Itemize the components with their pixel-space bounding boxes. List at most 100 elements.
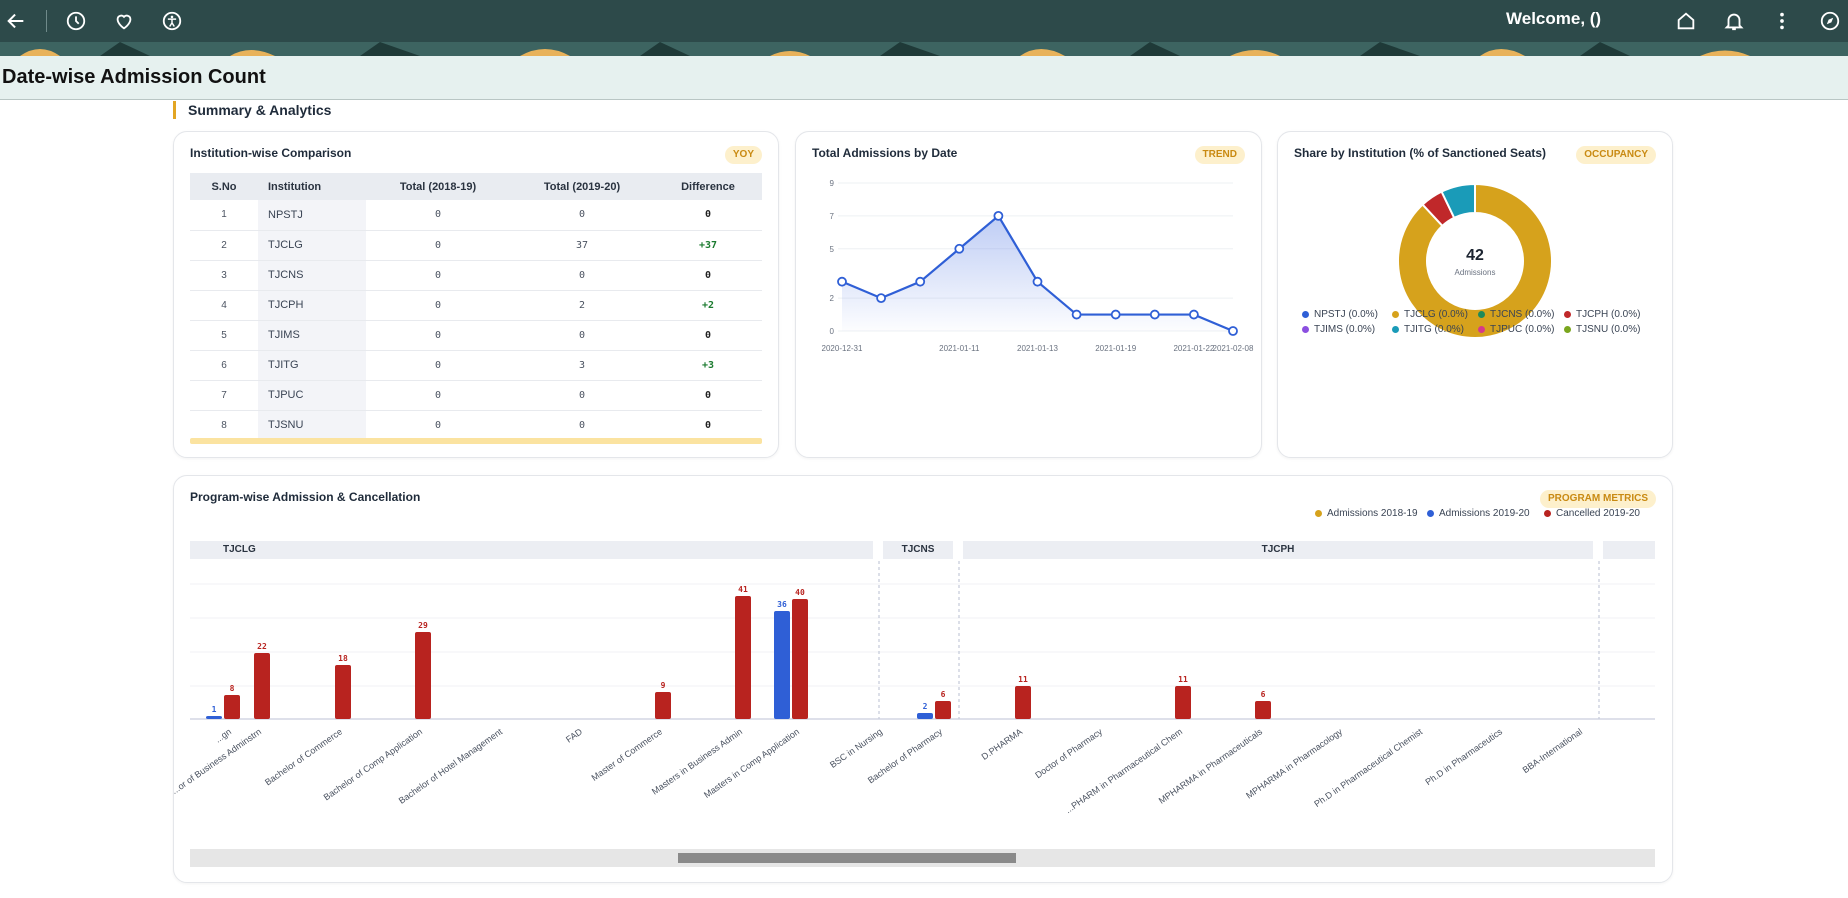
share-legend-item[interactable]: TJIMS (0.0%)	[1302, 324, 1375, 335]
program-legend-item[interactable]: Admissions 2019-20	[1427, 508, 1530, 519]
share-legend-item[interactable]: NPSTJ (0.0%)	[1302, 309, 1378, 320]
x-tick-label: 2021-01-22	[1173, 344, 1214, 353]
bar-admissions-2019[interactable]	[206, 716, 222, 719]
share-legend-item[interactable]: TJCPH (0.0%)	[1564, 309, 1640, 320]
cell-institution: TJIMS	[258, 320, 366, 351]
trend-point[interactable]	[915, 276, 926, 287]
legend-dot-icon	[1478, 311, 1485, 318]
share-legend-item[interactable]: TJCNS (0.0%)	[1478, 309, 1554, 320]
trend-point[interactable]	[837, 276, 847, 287]
bar-value-label: 6	[1261, 690, 1266, 699]
table-row: 3 TJCNS 0 0 0	[190, 260, 762, 291]
page-title-bar: Date-wise Admission Count	[0, 56, 1848, 100]
cell-difference: 0	[654, 260, 762, 291]
y-tick-label: 5	[830, 245, 835, 254]
trend-point[interactable]	[1110, 309, 1121, 320]
bell-icon[interactable]	[1722, 9, 1746, 33]
bar-cancelled-2019[interactable]	[655, 692, 671, 719]
share-legend-item[interactable]: TJSNU (0.0%)	[1564, 324, 1640, 335]
home-icon[interactable]	[1674, 9, 1698, 33]
trend-point[interactable]	[1228, 326, 1238, 336]
cell-difference: 0	[654, 200, 762, 231]
group-header-tjcph: TJCPH	[963, 541, 1593, 559]
accessibility-icon[interactable]	[160, 9, 184, 33]
x-category-label: Master of Commerce	[590, 726, 665, 782]
x-category-label: Masters in Business Admin	[650, 726, 744, 796]
cell-sno: 6	[190, 350, 258, 381]
section-heading: Summary & Analytics	[173, 101, 331, 119]
cell-sno: 2	[190, 230, 258, 261]
chart-scrollbar-thumb[interactable]	[678, 853, 1016, 863]
heart-icon[interactable]	[112, 9, 136, 33]
legend-label: TJCLG (0.0%)	[1404, 309, 1468, 320]
bar-cancelled-2019[interactable]	[1175, 686, 1191, 719]
trend-point[interactable]	[876, 293, 886, 304]
cell-difference: 0	[654, 380, 762, 411]
x-tick-label: 2020-12-31	[822, 344, 863, 353]
bar-cancelled-2019[interactable]	[254, 653, 270, 719]
bar-value-label: 11	[1178, 675, 1188, 684]
cell-sno: 4	[190, 290, 258, 321]
x-tick-label: 2021-01-19	[1095, 344, 1136, 353]
legend-label: TJIMS (0.0%)	[1314, 324, 1376, 335]
cell-sno: 7	[190, 380, 258, 411]
bar-admissions-2019[interactable]	[917, 713, 933, 719]
program-legend-item[interactable]: Admissions 2018-19	[1315, 508, 1418, 519]
legend-dot-icon	[1392, 311, 1399, 318]
bar-cancelled-2019[interactable]	[1255, 701, 1271, 719]
cell-difference: +3	[654, 350, 762, 381]
bar-value-label: 2	[923, 702, 928, 711]
legend-label: Admissions 2019-20	[1439, 508, 1530, 519]
comparison-card: Institution-wise Comparison YOY S.No Ins…	[173, 131, 779, 458]
bar-cancelled-2019[interactable]	[1015, 686, 1031, 719]
x-tick-label: 2021-01-13	[1017, 344, 1058, 353]
more-vertical-icon[interactable]	[1770, 9, 1794, 33]
bar-value-label: 29	[418, 621, 428, 630]
cell-total-2018: 0	[366, 200, 510, 231]
trend-point[interactable]	[954, 243, 965, 254]
compass-icon[interactable]	[1818, 9, 1842, 33]
cell-sno: 3	[190, 260, 258, 291]
bar-cancelled-2019[interactable]	[935, 701, 951, 719]
table-row: 7 TJPUC 0 0 0	[190, 380, 762, 411]
trend-point[interactable]	[1071, 309, 1082, 320]
legend-dot-icon	[1315, 510, 1322, 517]
trend-line-chart: 0 2 5 7 9 2020-12-31 2021-01-11 2021-01-13 2021-…	[822, 179, 1254, 353]
share-legend-item[interactable]: TJCLG (0.0%)	[1392, 309, 1468, 320]
legend-label: TJCNS (0.0%)	[1490, 309, 1555, 320]
legend-label: Cancelled 2019-20	[1556, 508, 1640, 519]
trend-point[interactable]	[1149, 309, 1160, 320]
share-legend-item[interactable]: TJITG (0.0%)	[1392, 324, 1464, 335]
share-card: Share by Institution (% of Sanctioned Se…	[1277, 131, 1673, 458]
decorative-banner	[0, 42, 1848, 56]
bar-cancelled-2019[interactable]	[335, 665, 351, 719]
bar-cancelled-2019[interactable]	[224, 695, 240, 719]
program-bar-chart: 18...gn22...or of Business Adminstrn18Ba…	[174, 561, 1655, 815]
share-donut-chart: 42 Admissions	[1397, 182, 1553, 339]
back-arrow-icon[interactable]	[4, 9, 28, 33]
program-legend-item[interactable]: Cancelled 2019-20	[1544, 508, 1640, 519]
chart-scrollbar[interactable]	[190, 849, 1655, 867]
comparison-title: Institution-wise Comparison	[190, 146, 352, 160]
history-icon[interactable]	[64, 9, 88, 33]
bar-cancelled-2019[interactable]	[735, 596, 751, 719]
bar-cancelled-2019[interactable]	[415, 632, 431, 719]
trend-point[interactable]	[1032, 276, 1043, 287]
table-row: 6 TJITG 0 3 +3	[190, 350, 762, 381]
trend-point[interactable]	[993, 210, 1004, 221]
bar-value-label: 6	[941, 690, 946, 699]
table-row: 5 TJIMS 0 0 0	[190, 320, 762, 351]
col-total-2019: Total (2019-20)	[510, 173, 654, 200]
legend-label: TJITG (0.0%)	[1404, 324, 1465, 335]
cell-total-2018: 0	[366, 290, 510, 321]
table-row: 2 TJCLG 0 37 +37	[190, 230, 762, 261]
table-row: 8 TJSNU 0 0 0	[190, 410, 762, 441]
share-legend-item[interactable]: TJPUC (0.0%)	[1478, 324, 1554, 335]
cell-difference: +37	[654, 230, 762, 261]
trend-point[interactable]	[1188, 309, 1199, 320]
bar-admissions-2019[interactable]	[774, 611, 790, 719]
cell-institution: TJCPH	[258, 290, 366, 321]
legend-label: TJPUC (0.0%)	[1490, 324, 1555, 335]
col-total-2018: Total (2018-19)	[366, 173, 510, 200]
bar-cancelled-2019[interactable]	[792, 599, 808, 719]
